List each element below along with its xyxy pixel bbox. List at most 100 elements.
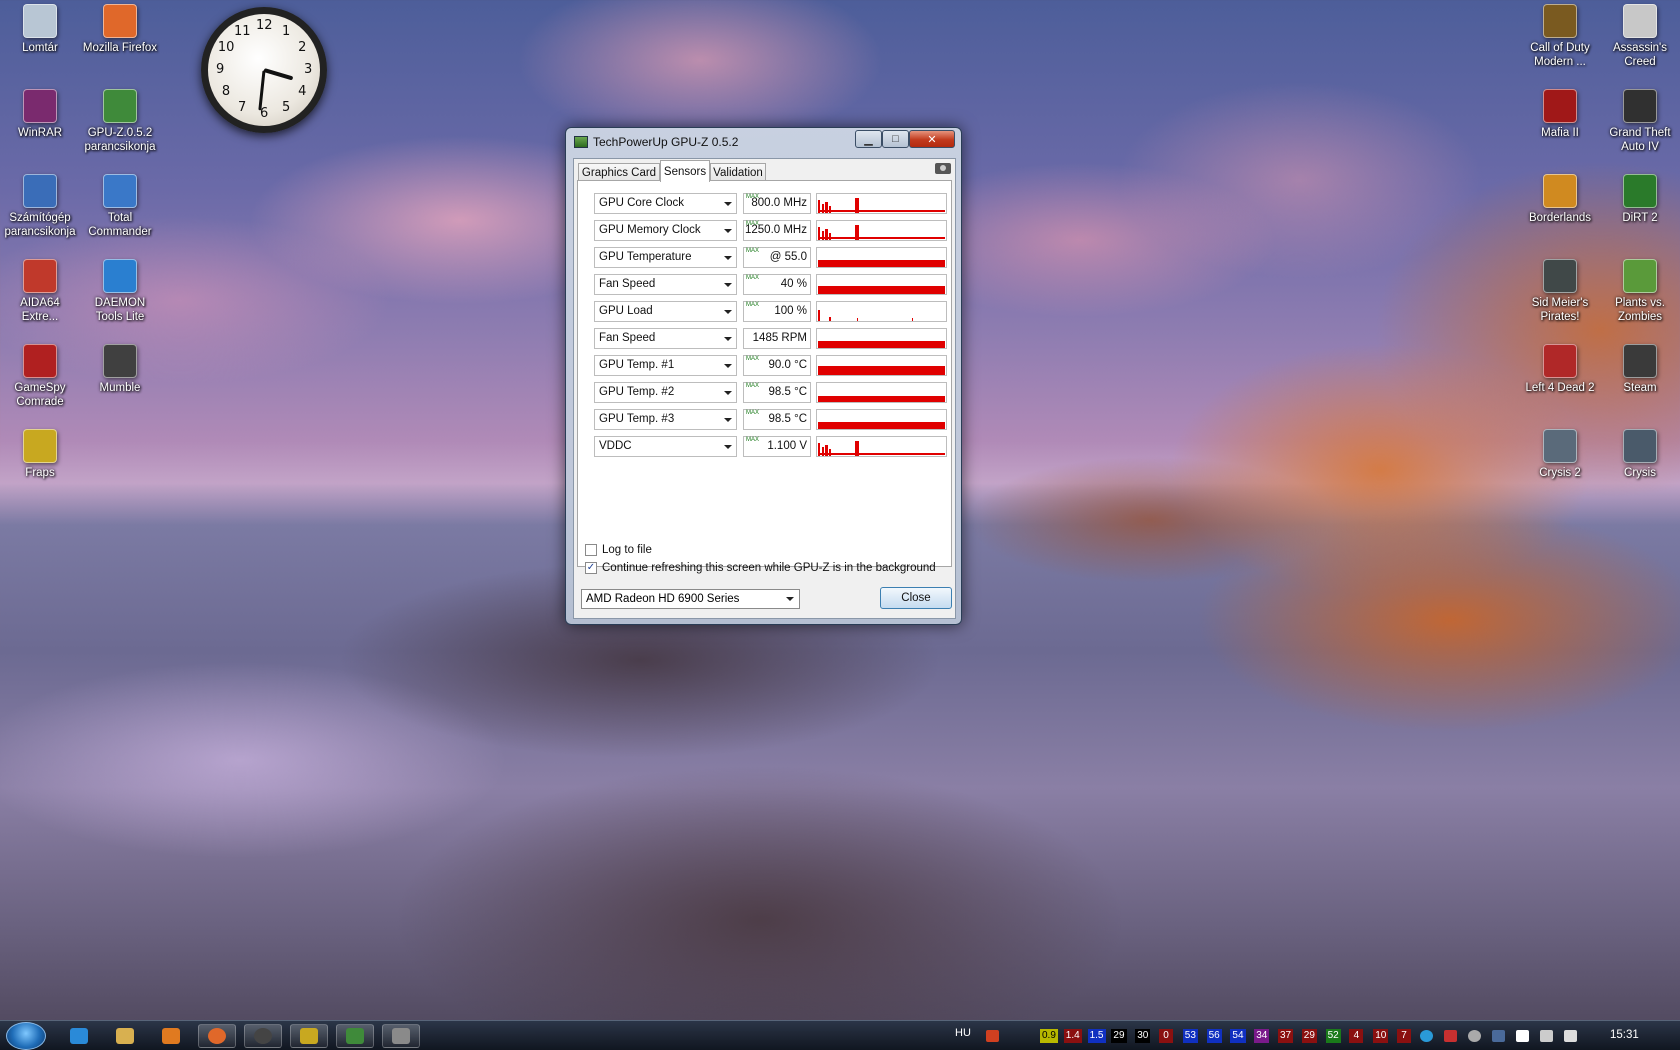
tray-steam-icon[interactable] [1468, 1030, 1481, 1042]
tray-display-icon[interactable] [1540, 1030, 1553, 1042]
desktop-icon[interactable]: Total Commander [78, 174, 162, 239]
camera-icon[interactable] [935, 163, 951, 174]
graph-bar [912, 318, 913, 321]
tab-graphics-card[interactable]: Graphics Card [578, 163, 660, 181]
sensor-select[interactable]: GPU Temperature [594, 247, 737, 268]
log-to-file-row[interactable]: Log to file [585, 544, 652, 556]
tray-monitor-value[interactable]: 0 [1159, 1029, 1173, 1043]
desktop-icon-label: Számítógép parancsikonja [4, 212, 76, 238]
desktop-icon[interactable]: Mumble [78, 344, 162, 395]
maximize-button[interactable]: □ [882, 130, 909, 148]
taskbar-explorer[interactable] [106, 1024, 144, 1048]
desktop-icon[interactable]: Mozilla Firefox [78, 4, 162, 55]
taskbar-ie[interactable] [60, 1024, 98, 1048]
tray-monitor-value[interactable]: 1.4 [1063, 1029, 1082, 1043]
taskbar-gpuz[interactable] [336, 1024, 374, 1048]
minimize-button[interactable]: ▁ [855, 130, 882, 148]
start-button[interactable] [6, 1022, 46, 1050]
taskbar-media-player[interactable] [152, 1024, 190, 1048]
tray-monitor-value[interactable]: 1.5 [1087, 1029, 1106, 1043]
desktop-icon[interactable]: Left 4 Dead 2 [1518, 344, 1602, 395]
tray-monitor-value[interactable]: 52 [1325, 1029, 1341, 1043]
tray-monitor-value[interactable]: 7 [1397, 1029, 1411, 1043]
desktop-icon[interactable]: AIDA64 Extre... [0, 259, 82, 324]
desktop-icon[interactable]: Számítógép parancsikonja [0, 174, 82, 239]
desktop-icon[interactable]: DiRT 2 [1598, 174, 1680, 225]
desktop-icon[interactable]: DAEMON Tools Lite [78, 259, 162, 324]
desktop-icon[interactable]: Crysis [1598, 429, 1680, 480]
tray-monitor-value[interactable]: 53 [1182, 1029, 1198, 1043]
desktop-icon[interactable]: Steam [1598, 344, 1680, 395]
desktop-icon[interactable]: Lomtár [0, 4, 82, 55]
taskbar-firefox[interactable] [198, 1024, 236, 1048]
desktop-icon[interactable]: GameSpy Comrade [0, 344, 82, 409]
sensor-select[interactable]: GPU Core Clock [594, 193, 737, 214]
sensor-select[interactable]: GPU Temp. #2 [594, 382, 737, 403]
log-to-file-label: Log to file [602, 544, 652, 556]
tray-monitor-value[interactable]: 29 [1301, 1029, 1317, 1043]
tray-monitor-value[interactable]: 30 [1135, 1029, 1151, 1043]
sensor-select[interactable]: GPU Memory Clock [594, 220, 737, 241]
gpuz-app-icon [346, 1028, 364, 1044]
tab-sensors[interactable]: Sensors [660, 160, 710, 182]
sensor-select[interactable]: GPU Temp. #3 [594, 409, 737, 430]
desktop-icon[interactable]: Borderlands [1518, 174, 1602, 225]
desktop-icon[interactable]: Call of Duty Modern ... [1518, 4, 1602, 69]
log-to-file-checkbox[interactable] [585, 544, 597, 556]
sensor-select[interactable]: GPU Temp. #1 [594, 355, 737, 376]
tray-monitor-value[interactable]: 4 [1349, 1029, 1364, 1043]
graph-bar [818, 310, 820, 321]
tray-app-icon[interactable] [1444, 1030, 1457, 1042]
tray-monitor-icon[interactable] [1492, 1030, 1505, 1042]
desktop-icon[interactable]: Fraps [0, 429, 82, 480]
desktop-icon[interactable]: Grand Theft Auto IV [1598, 89, 1680, 154]
clock-numeral: 5 [282, 100, 291, 116]
tray-network-icon[interactable] [1420, 1030, 1433, 1042]
taskbar-game[interactable] [382, 1024, 420, 1048]
sensor-select[interactable]: GPU Load [594, 301, 737, 322]
tab-validation[interactable]: Validation [710, 163, 766, 181]
close-button[interactable]: Close [880, 587, 952, 609]
window-close-button[interactable]: ✕ [909, 130, 955, 148]
desktop-icon[interactable]: Mafia II [1518, 89, 1602, 140]
tray-monitor-value[interactable]: 54 [1230, 1029, 1246, 1043]
taskbar-steam[interactable] [244, 1024, 282, 1048]
taskbar-fraps[interactable] [290, 1024, 328, 1048]
desktop-icon[interactable]: WinRAR [0, 89, 82, 140]
desktop-icon[interactable]: Crysis 2 [1518, 429, 1602, 480]
tray-monitor-value[interactable]: 34 [1254, 1029, 1270, 1043]
tray-monitor-value[interactable]: 37 [1278, 1029, 1294, 1043]
continue-refresh-checkbox[interactable]: ✓ [585, 562, 597, 574]
clock-gadget[interactable]: 12 1 2 3 4 5 6 7 8 9 10 11 [201, 7, 327, 133]
desktop-icon[interactable]: Assassin's Creed [1598, 4, 1680, 69]
tray-arrow-icon[interactable] [986, 1030, 999, 1042]
desktop-icon-label: Fraps [25, 467, 55, 479]
tray-monitor-value[interactable]: 56 [1206, 1029, 1222, 1043]
sensor-graph [816, 409, 947, 430]
language-indicator[interactable]: HU [955, 1027, 971, 1039]
desktop-icon[interactable]: GPU-Z.0.5.2 parancsikonja [78, 89, 162, 154]
volume-icon[interactable] [1564, 1030, 1577, 1042]
title-bar[interactable]: TechPowerUp GPU-Z 0.5.2 ▁ □ ✕ [566, 128, 961, 154]
tray-monitor-value[interactable]: 29 [1111, 1029, 1127, 1043]
tray-monitor-value[interactable]: 10 [1373, 1029, 1389, 1043]
gpu-select-dropdown[interactable]: AMD Radeon HD 6900 Series [581, 589, 800, 609]
sensor-select[interactable]: VDDC [594, 436, 737, 457]
sensor-select[interactable]: Fan Speed [594, 328, 737, 349]
sensor-value: @ 55.0 [769, 251, 807, 263]
max-indicator: MAX [746, 221, 760, 227]
desktop-icon[interactable]: Sid Meier's Pirates! [1518, 259, 1602, 324]
continue-refresh-row[interactable]: ✓ Continue refreshing this screen while … [585, 562, 936, 574]
sensor-value-box: MAX 1250.0 MHz [743, 220, 811, 241]
desktop-icon[interactable]: Plants vs. Zombies [1598, 259, 1680, 324]
tray-flag-icon[interactable] [1516, 1030, 1529, 1042]
sensor-select[interactable]: Fan Speed [594, 274, 737, 295]
graph-bar [818, 422, 945, 429]
graph-bar [829, 317, 831, 321]
left4dead-icon [1543, 344, 1577, 378]
clock-time[interactable]: 15:31 [1610, 1029, 1639, 1041]
desktop-icon-label: Borderlands [1528, 212, 1591, 224]
tray-monitor-value[interactable]: 0.9 [1040, 1029, 1058, 1043]
sensor-graph [816, 193, 947, 214]
firefox-icon [103, 4, 137, 38]
